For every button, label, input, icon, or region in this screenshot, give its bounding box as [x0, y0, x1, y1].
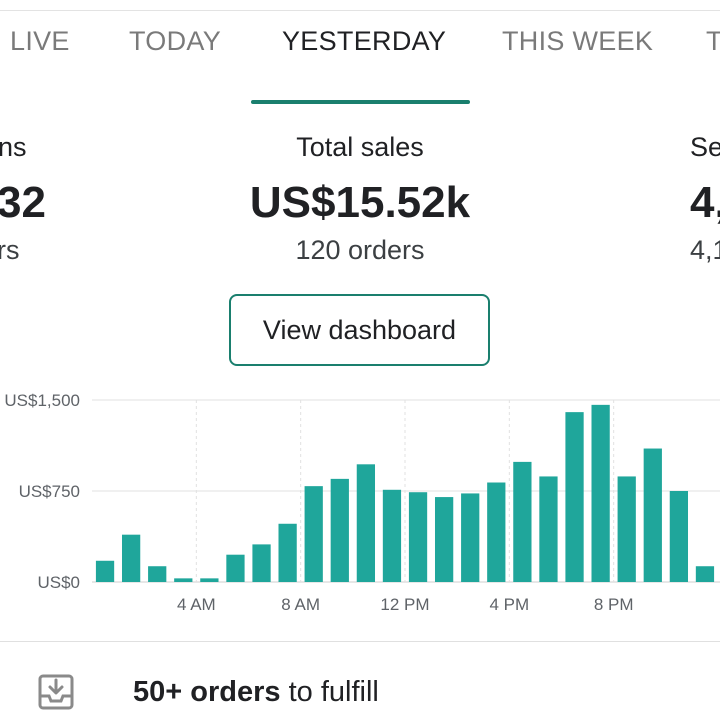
y-tick-label: US$0: [37, 573, 80, 592]
x-tick-label: 8 PM: [594, 595, 634, 614]
bar-hour-2[interactable]: [148, 566, 167, 582]
bar-hour-4[interactable]: [200, 578, 219, 582]
bar-hour-10[interactable]: [356, 464, 376, 582]
total-sales-label: Total sales: [296, 132, 424, 162]
bar-hour-14[interactable]: [461, 493, 480, 582]
bar-hour-7[interactable]: [278, 523, 297, 582]
tab-today[interactable]: TODAY: [129, 26, 221, 57]
tab-partial[interactable]: T: [706, 26, 720, 57]
bar-hour-21[interactable]: [643, 448, 662, 582]
bar-hour-13[interactable]: [434, 497, 454, 582]
bar-hour-22[interactable]: [669, 491, 689, 582]
y-tick-label: US$750: [19, 482, 80, 501]
x-tick-label: 8 AM: [281, 595, 320, 614]
orders-to-fulfill-link[interactable]: 50+ orders to fulfill: [133, 676, 379, 709]
inbox-download-icon: [38, 674, 74, 710]
active-tab-indicator: [251, 100, 470, 104]
bar-hour-3[interactable]: [174, 578, 193, 582]
bar-hour-12[interactable]: [408, 492, 428, 582]
bar-hour-20[interactable]: [617, 476, 636, 582]
bar-hour-6[interactable]: [252, 544, 271, 582]
total-orders-count: 120 orders: [295, 235, 425, 265]
bar-hour-15[interactable]: [487, 482, 506, 582]
x-tick-label: 12 PM: [380, 595, 429, 614]
bar-hour-19[interactable]: [591, 404, 610, 582]
total-sales-value: US$15.52k: [249, 178, 471, 227]
x-tick-label: 4 PM: [489, 595, 529, 614]
section-divider: [0, 641, 720, 642]
bar-hour-0[interactable]: [95, 560, 115, 582]
bar-hour-16[interactable]: [513, 461, 532, 582]
sales-bar-chart: US$0 US$750 US$1,500 4 AM 8 AM 12 PM 4 PM 8 PM: [4, 391, 720, 614]
bar-hour-18[interactable]: [565, 412, 584, 582]
bar-hour-9[interactable]: [330, 478, 349, 582]
bar-hour-17[interactable]: [539, 476, 558, 582]
fulfill-suffix: to fulfill: [280, 676, 379, 708]
bar-hour-8[interactable]: [304, 486, 323, 582]
stat-right-value: 4,: [690, 178, 720, 227]
bar-hour-5[interactable]: [226, 554, 245, 582]
tab-live[interactable]: LIVE: [10, 26, 70, 57]
stat-right-label: Se: [690, 132, 720, 162]
view-dashboard-button[interactable]: View dashboard: [229, 294, 490, 366]
y-tick-label: US$1,500: [4, 391, 80, 410]
bar-hour-23[interactable]: [695, 566, 715, 582]
bar-hour-11[interactable]: [382, 489, 402, 582]
top-border: [0, 10, 720, 11]
tab-yesterday[interactable]: YESTERDAY: [282, 26, 446, 57]
orders-count: 50+ orders: [133, 676, 281, 708]
bar-hour-1[interactable]: [121, 534, 141, 582]
tab-this-week[interactable]: THIS WEEK: [502, 26, 653, 57]
time-range-tabs: LIVE TODAY YESTERDAY THIS WEEK T: [0, 12, 720, 104]
x-tick-label: 4 AM: [177, 595, 216, 614]
stat-right-sub: 4,1: [690, 235, 720, 265]
